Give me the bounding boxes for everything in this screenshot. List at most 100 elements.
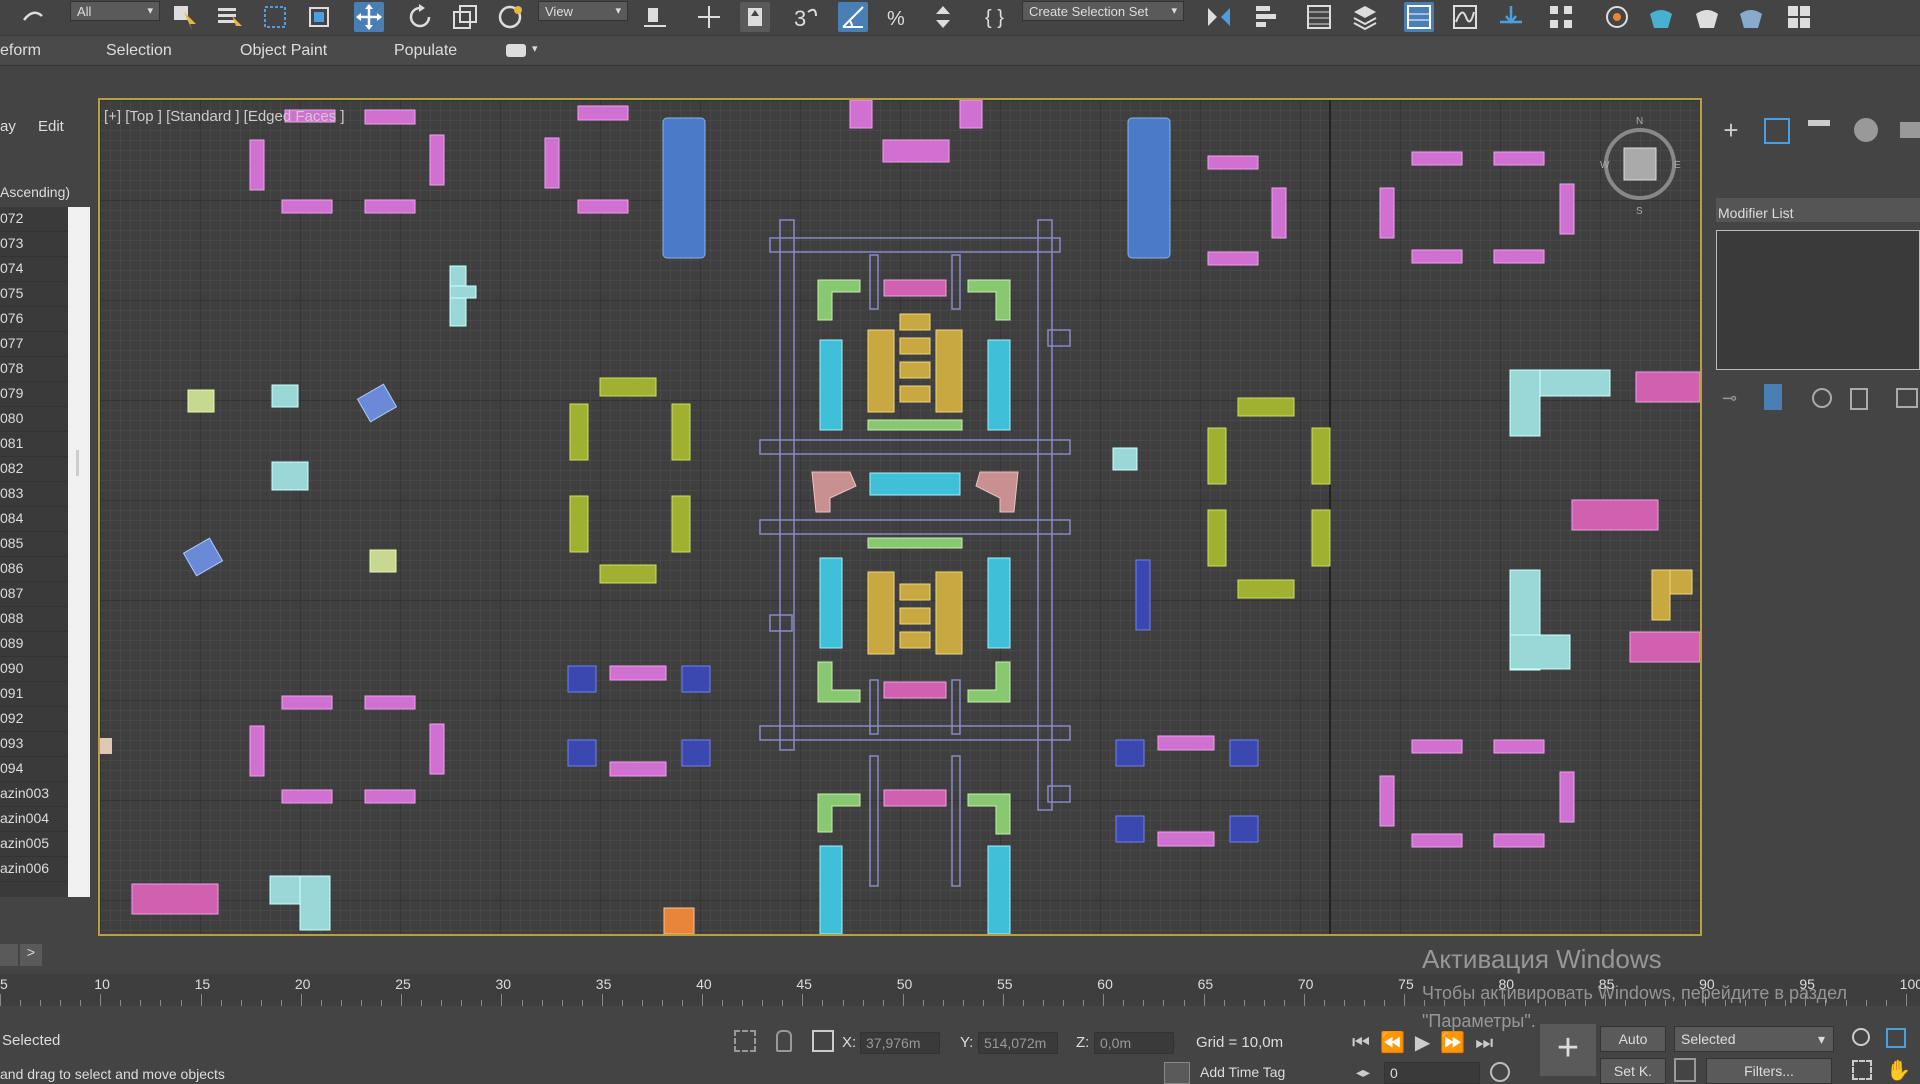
select-object-icon[interactable]	[170, 2, 200, 32]
layer-explorer-icon[interactable]	[1350, 2, 1380, 32]
render-iterative-icon[interactable]	[1736, 2, 1766, 32]
manipulate-icon[interactable]	[694, 2, 724, 32]
keyboard-shortcut-override-icon[interactable]	[740, 2, 770, 32]
set-key-button[interactable]: Set K.	[1600, 1058, 1666, 1084]
list-item[interactable]: 091	[0, 682, 68, 707]
pivot-center-icon[interactable]	[640, 2, 670, 32]
list-item[interactable]: 074	[0, 257, 68, 282]
snaps-toggle-icon[interactable]: 3	[790, 2, 820, 32]
key-mode-icon[interactable]	[1674, 1058, 1696, 1082]
undo-icon[interactable]	[18, 2, 48, 32]
go-to-start-icon[interactable]: ⏮	[1352, 1032, 1380, 1054]
play-icon[interactable]: ▶	[1415, 1032, 1440, 1054]
select-and-place-icon[interactable]	[496, 2, 526, 32]
configure-modifier-sets-icon[interactable]	[1896, 388, 1918, 408]
rendered-frame-window-icon[interactable]	[1646, 2, 1676, 32]
list-item[interactable]: 080	[0, 407, 68, 432]
selection-lock-icon[interactable]	[776, 1030, 792, 1052]
time-config-icon[interactable]	[1490, 1062, 1510, 1082]
list-item[interactable]: azin004	[0, 807, 68, 832]
viewport-label[interactable]: [+] [Top ] [Standard ] [Edged Faces ]	[104, 108, 345, 125]
absolute-mode-icon[interactable]	[812, 1030, 834, 1052]
angle-snap-icon[interactable]	[838, 2, 868, 32]
remove-modifier-icon[interactable]	[1850, 388, 1868, 410]
panel-resize-handle[interactable]	[76, 450, 79, 476]
hierarchy-tab-icon[interactable]	[1808, 120, 1830, 140]
list-item[interactable]: 085	[0, 532, 68, 557]
list-item[interactable]: 082	[0, 457, 68, 482]
list-item[interactable]: 094	[0, 757, 68, 782]
list-item[interactable]: 084	[0, 507, 68, 532]
scene-menu-edit[interactable]: Edit	[38, 118, 64, 135]
list-item[interactable]: 078	[0, 357, 68, 382]
motion-tab-icon[interactable]	[1854, 118, 1878, 142]
toggle-ribbon-icon[interactable]	[1404, 2, 1434, 32]
pan-view-icon[interactable]: ✋	[1886, 1058, 1911, 1083]
y-coordinate-field[interactable]: 514,072m	[978, 1032, 1058, 1054]
render-production-icon[interactable]	[1692, 2, 1722, 32]
reference-coordinate-dropdown[interactable]: View ▾	[538, 1, 628, 21]
scene-menu-display[interactable]: ay	[0, 118, 16, 135]
list-item[interactable]: 077	[0, 332, 68, 357]
show-end-result-icon[interactable]	[1764, 384, 1782, 410]
select-and-move-icon[interactable]	[354, 2, 384, 32]
list-item[interactable]: 081	[0, 432, 68, 457]
ribbon-tab-object-paint[interactable]: Object Paint	[240, 42, 327, 60]
scene-object-list[interactable]: 072 073 074 075 076 077 078 079 080 081 …	[0, 207, 68, 897]
display-tab-icon[interactable]	[1900, 122, 1920, 138]
chevron-down-icon[interactable]: ▾	[532, 42, 538, 55]
time-slider-next-button[interactable]: >	[20, 944, 42, 966]
scene-scrollbar[interactable]	[68, 207, 90, 897]
ribbon-tab-freeform[interactable]: eform	[0, 42, 41, 60]
mirror-icon[interactable]	[1204, 2, 1234, 32]
list-item[interactable]: azin003	[0, 782, 68, 807]
list-item[interactable]: 088	[0, 607, 68, 632]
time-slider-track[interactable]	[0, 944, 18, 966]
ribbon-tab-populate[interactable]: Populate	[394, 42, 457, 60]
ribbon-tab-selection[interactable]: Selection	[106, 42, 172, 60]
select-and-scale-icon[interactable]	[450, 2, 480, 32]
top-viewport[interactable]: N S W E [+] [Top ] [Standard ] [Edged Fa…	[98, 98, 1702, 936]
spinner-snap-icon[interactable]	[928, 2, 958, 32]
list-item[interactable]: azin006	[0, 857, 68, 882]
create-tab-icon[interactable]: +	[1718, 117, 1744, 144]
select-by-name-icon[interactable]	[214, 2, 244, 32]
pin-stack-icon[interactable]: ⊸	[1722, 388, 1742, 408]
x-coordinate-field[interactable]: 37,976m	[860, 1032, 940, 1054]
previous-frame-icon[interactable]: ⏪	[1380, 1032, 1415, 1054]
modifier-stack[interactable]	[1716, 230, 1920, 370]
go-to-end-icon[interactable]: ⏭	[1475, 1032, 1503, 1054]
named-selection-set-dropdown[interactable]: Create Selection Set ▾	[1022, 1, 1184, 21]
list-item[interactable]: 076	[0, 307, 68, 332]
edit-named-selection-icon[interactable]: { }	[982, 2, 1012, 32]
align-icon[interactable]	[1250, 2, 1280, 32]
modify-tab-icon[interactable]	[1764, 118, 1790, 144]
z-coordinate-field[interactable]: 0,0m	[1094, 1032, 1174, 1054]
schematic-view-icon[interactable]	[1496, 2, 1526, 32]
list-item[interactable]: 089	[0, 632, 68, 657]
selection-filter-dropdown[interactable]: All ▾	[70, 1, 160, 21]
list-item[interactable]: 079	[0, 382, 68, 407]
rectangular-selection-icon[interactable]	[260, 2, 290, 32]
material-editor-icon[interactable]	[1546, 2, 1576, 32]
next-frame-icon[interactable]: ⏩	[1440, 1032, 1475, 1054]
scene-explorer-icon[interactable]	[1304, 2, 1334, 32]
add-time-tag[interactable]: Add Time Tag	[1200, 1064, 1285, 1080]
window-crossing-icon[interactable]	[304, 2, 334, 32]
ribbon-options-icon[interactable]	[506, 44, 526, 57]
list-item[interactable]: 090	[0, 657, 68, 682]
select-and-rotate-icon[interactable]	[405, 2, 435, 32]
curve-editor-icon[interactable]	[1450, 2, 1480, 32]
zoom-region-icon[interactable]	[1852, 1060, 1872, 1080]
list-item[interactable]: 083	[0, 482, 68, 507]
list-item[interactable]: 087	[0, 582, 68, 607]
time-tag-icon[interactable]	[1164, 1062, 1190, 1084]
list-item[interactable]: 092	[0, 707, 68, 732]
frame-arrows-icon[interactable]: ◂▸	[1356, 1064, 1370, 1081]
list-item[interactable]: 075	[0, 282, 68, 307]
list-item[interactable]: 072	[0, 207, 68, 232]
list-item[interactable]: 086	[0, 557, 68, 582]
isolate-selection-icon[interactable]	[734, 1030, 756, 1052]
render-setup-icon[interactable]	[1602, 2, 1632, 32]
sort-column-header[interactable]: Ascending)	[0, 184, 70, 200]
